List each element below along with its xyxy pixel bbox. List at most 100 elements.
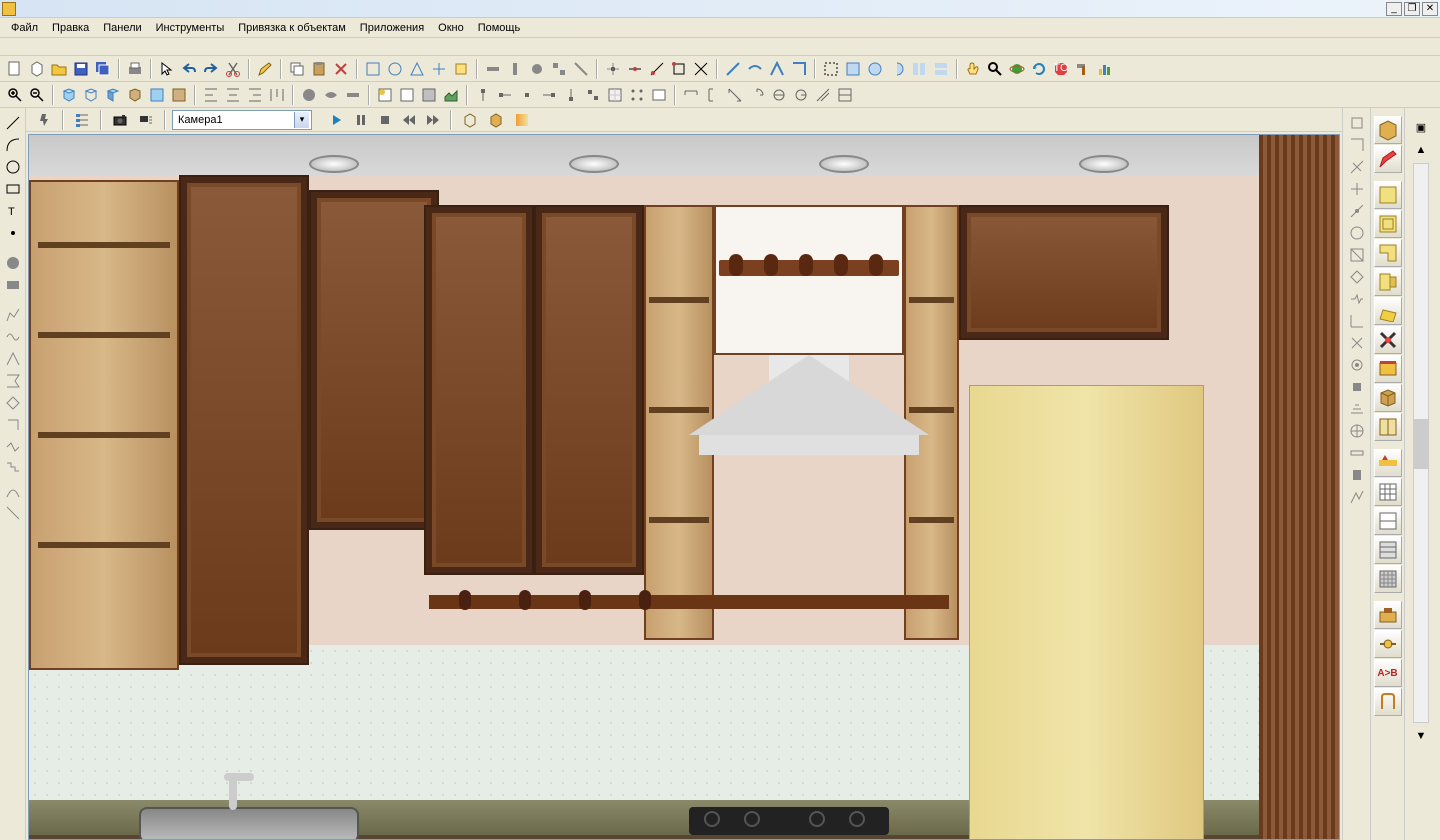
sb-panel9-icon[interactable]: [1374, 413, 1402, 441]
lay-2[interactable]: [397, 85, 417, 105]
sel-c[interactable]: [865, 59, 885, 79]
rt-17[interactable]: [1347, 465, 1367, 485]
sh-3[interactable]: [343, 85, 363, 105]
play-button[interactable]: [326, 109, 348, 131]
menu-edit[interactable]: Правка: [45, 20, 96, 36]
forward-button[interactable]: [422, 109, 444, 131]
line-tool-icon[interactable]: [3, 113, 23, 133]
rt-12[interactable]: [1347, 355, 1367, 375]
zoom-icon[interactable]: [985, 59, 1005, 79]
vm-3[interactable]: [103, 85, 123, 105]
sb-grid4-icon[interactable]: [1374, 565, 1402, 593]
di-8[interactable]: [835, 85, 855, 105]
sb-ab-icon[interactable]: A>B: [1374, 659, 1402, 687]
camera-list-icon[interactable]: [135, 109, 157, 131]
sb-edit-icon[interactable]: [1374, 145, 1402, 173]
tool-e[interactable]: [451, 59, 471, 79]
pencil-button[interactable]: [255, 59, 275, 79]
menu-apps[interactable]: Приложения: [353, 20, 431, 36]
rewind-button[interactable]: [398, 109, 420, 131]
rt-10[interactable]: [1347, 311, 1367, 331]
stop-button[interactable]: [374, 109, 396, 131]
sb-panel3-icon[interactable]: [1374, 239, 1402, 267]
tool-a[interactable]: [363, 59, 383, 79]
line-c[interactable]: [767, 59, 787, 79]
arc-tool-icon[interactable]: [3, 135, 23, 155]
sb-cabinet-icon[interactable]: [1374, 116, 1402, 144]
sn-9[interactable]: [649, 85, 669, 105]
tool-d[interactable]: [429, 59, 449, 79]
al-2[interactable]: [223, 85, 243, 105]
rt-6[interactable]: [1347, 223, 1367, 243]
viewport-3d[interactable]: [28, 134, 1340, 840]
sh-1[interactable]: [299, 85, 319, 105]
sb-hw-b-icon[interactable]: [1374, 630, 1402, 658]
snap-d[interactable]: [669, 59, 689, 79]
rect-tool-icon[interactable]: [3, 179, 23, 199]
lay-4[interactable]: [441, 85, 461, 105]
sb-grid1-icon[interactable]: [1374, 478, 1402, 506]
snap-b[interactable]: [625, 59, 645, 79]
stop-icon[interactable]: STOP: [1051, 59, 1071, 79]
cursor-button[interactable]: [157, 59, 177, 79]
cut-button[interactable]: [223, 59, 243, 79]
pin-icon[interactable]: [33, 109, 55, 131]
di-6[interactable]: [791, 85, 811, 105]
poly-i-icon[interactable]: [3, 481, 23, 501]
rt-2[interactable]: [1347, 135, 1367, 155]
rt-14[interactable]: [1347, 399, 1367, 419]
save-all-button[interactable]: [93, 59, 113, 79]
al-1[interactable]: [201, 85, 221, 105]
sb-tool-a-icon[interactable]: [1374, 449, 1402, 477]
box-icon[interactable]: [459, 109, 481, 131]
poly-j-icon[interactable]: [3, 503, 23, 523]
camera-icon[interactable]: [109, 109, 131, 131]
di-4[interactable]: [747, 85, 767, 105]
menu-help[interactable]: Помощь: [471, 20, 528, 36]
tree-icon[interactable]: [71, 109, 93, 131]
lay-1[interactable]: [375, 85, 395, 105]
tool-g[interactable]: [505, 59, 525, 79]
sb-grid3-icon[interactable]: [1374, 536, 1402, 564]
rt-11[interactable]: [1347, 333, 1367, 353]
sb2-2[interactable]: ▲: [1411, 140, 1431, 160]
point-tool-icon[interactable]: [3, 223, 23, 243]
open-button[interactable]: [49, 59, 69, 79]
rt-8[interactable]: [1347, 267, 1367, 287]
sb-panel6-icon[interactable]: [1374, 326, 1402, 354]
poly-a-icon[interactable]: [3, 305, 23, 325]
zoom-in-icon[interactable]: [5, 85, 25, 105]
sh-2[interactable]: [321, 85, 341, 105]
copy-button[interactable]: [287, 59, 307, 79]
sb2-scroll[interactable]: [1413, 163, 1429, 723]
paste-button[interactable]: [309, 59, 329, 79]
rt-16[interactable]: [1347, 443, 1367, 463]
sb-panel2-icon[interactable]: [1374, 210, 1402, 238]
vm-1[interactable]: [59, 85, 79, 105]
menu-tools[interactable]: Инструменты: [149, 20, 232, 36]
poly-c-icon[interactable]: [3, 349, 23, 369]
rt-3[interactable]: [1347, 157, 1367, 177]
sn-5[interactable]: [561, 85, 581, 105]
di-2[interactable]: [703, 85, 723, 105]
delete-button[interactable]: [331, 59, 351, 79]
menu-panels[interactable]: Панели: [96, 20, 148, 36]
sb-panel1-icon[interactable]: [1374, 181, 1402, 209]
sel-e[interactable]: [909, 59, 929, 79]
menu-window[interactable]: Окно: [431, 20, 471, 36]
rt-7[interactable]: [1347, 245, 1367, 265]
chart-icon[interactable]: [1095, 59, 1115, 79]
hand-icon[interactable]: [963, 59, 983, 79]
rt-1[interactable]: [1347, 113, 1367, 133]
rt-18[interactable]: [1347, 487, 1367, 507]
sb-panel8-icon[interactable]: [1374, 384, 1402, 412]
rt-4[interactable]: [1347, 179, 1367, 199]
redo-button[interactable]: [201, 59, 221, 79]
camera-select[interactable]: Камера1 ▾: [172, 110, 312, 130]
fill-circle-icon[interactable]: [3, 253, 23, 273]
sel-a[interactable]: [821, 59, 841, 79]
poly-h-icon[interactable]: [3, 459, 23, 479]
poly-f-icon[interactable]: [3, 415, 23, 435]
snap-a[interactable]: [603, 59, 623, 79]
rt-5[interactable]: [1347, 201, 1367, 221]
